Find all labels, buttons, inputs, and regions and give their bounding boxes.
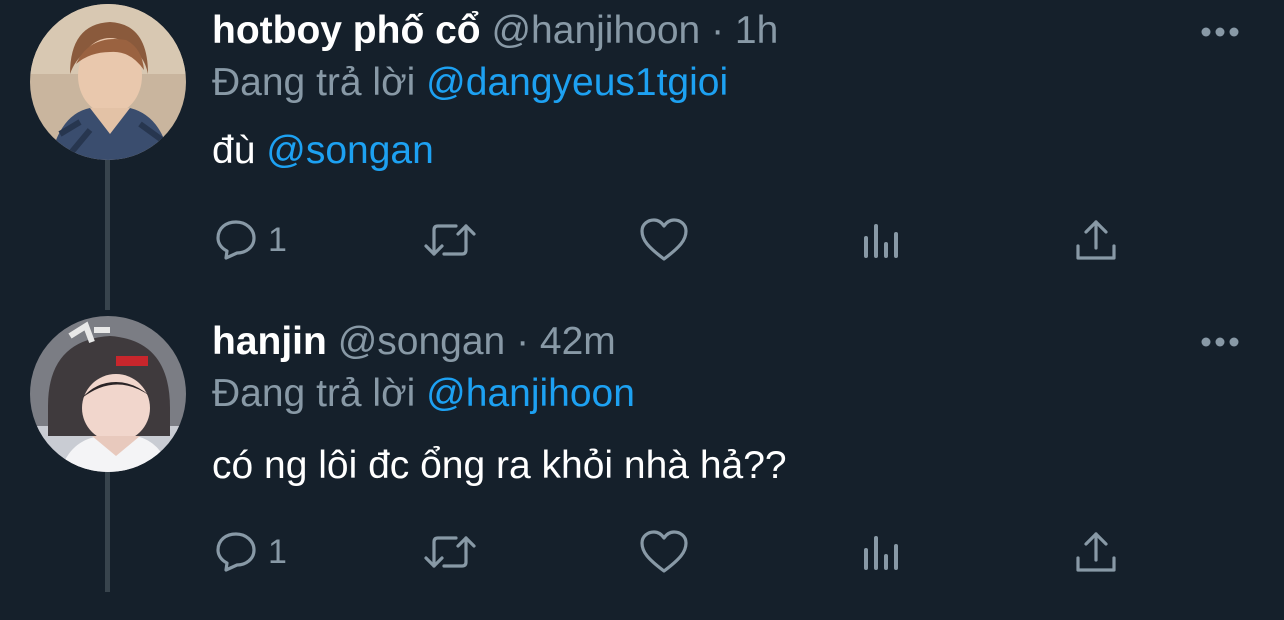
like-button[interactable]: [638, 216, 690, 264]
tweet-text: đù @songan: [212, 127, 434, 175]
profile-photo: [30, 4, 186, 160]
ellipsis-icon: [1201, 27, 1239, 37]
bar-chart-icon: [864, 536, 898, 570]
avatar[interactable]: [30, 4, 186, 160]
tweet[interactable]: hotboy phố cổ @hanjihoon · 1h Đang trả l…: [0, 0, 1284, 310]
reply-count: 1: [268, 532, 287, 571]
analytics-button[interactable]: [858, 216, 906, 264]
timestamp[interactable]: 1h: [735, 9, 778, 52]
tweet-mention[interactable]: @songan: [266, 129, 434, 172]
timestamp[interactable]: 42m: [540, 320, 616, 363]
display-name[interactable]: hotboy phố cổ: [212, 9, 481, 52]
tweet[interactable]: hanjin @songan · 42m Đang trả lời @hanji…: [0, 310, 1284, 620]
retweet-arrows-icon: [424, 224, 476, 256]
tweet-text-content: đù: [212, 129, 256, 172]
heart-icon: [640, 530, 688, 573]
profile-photo: [30, 316, 186, 472]
avatar[interactable]: [30, 316, 186, 472]
replying-to-line: Đang trả lời @hanjihoon: [212, 370, 635, 418]
tweet-actions: 1: [210, 528, 1130, 576]
ellipsis-icon: [1201, 337, 1239, 347]
tweet-actions: 1: [210, 216, 1130, 264]
retweet-button[interactable]: [422, 216, 478, 264]
separator-dot: ·: [516, 320, 530, 363]
upload-icon: [1076, 220, 1116, 260]
user-handle[interactable]: @hanjihoon: [491, 9, 700, 52]
replying-to-label: Đang trả lời: [212, 372, 416, 415]
tweet-header: hotboy phố cổ @hanjihoon · 1h: [212, 7, 778, 55]
share-button[interactable]: [1072, 216, 1120, 264]
upload-icon: [1076, 532, 1116, 572]
tweet-header: hanjin @songan · 42m: [212, 318, 616, 366]
speech-bubble-icon: [216, 220, 256, 260]
heart-icon: [640, 218, 688, 261]
reply-button[interactable]: 1: [210, 528, 287, 576]
like-button[interactable]: [638, 528, 690, 576]
tweet-text-content: có ng lôi đc ổng ra khỏi nhà hả??: [212, 444, 787, 487]
more-options-button[interactable]: [1198, 330, 1242, 354]
reply-button[interactable]: 1: [210, 216, 287, 264]
replying-to-mention[interactable]: @dangyeus1tgioi: [426, 61, 728, 104]
more-options-button[interactable]: [1198, 20, 1242, 44]
share-button[interactable]: [1072, 528, 1120, 576]
reply-count: 1: [268, 220, 287, 259]
replying-to-mention[interactable]: @hanjihoon: [426, 372, 635, 415]
speech-bubble-icon: [216, 532, 256, 572]
user-handle[interactable]: @songan: [338, 320, 506, 363]
retweet-arrows-icon: [424, 536, 476, 568]
replying-to-label: Đang trả lời: [212, 61, 416, 104]
replying-to-line: Đang trả lời @dangyeus1tgioi: [212, 59, 728, 107]
display-name[interactable]: hanjin: [212, 320, 327, 363]
retweet-button[interactable]: [422, 528, 478, 576]
separator-dot: ·: [711, 9, 725, 52]
bar-chart-icon: [864, 224, 898, 258]
tweet-text: có ng lôi đc ổng ra khỏi nhà hả??: [212, 442, 787, 490]
analytics-button[interactable]: [858, 528, 906, 576]
